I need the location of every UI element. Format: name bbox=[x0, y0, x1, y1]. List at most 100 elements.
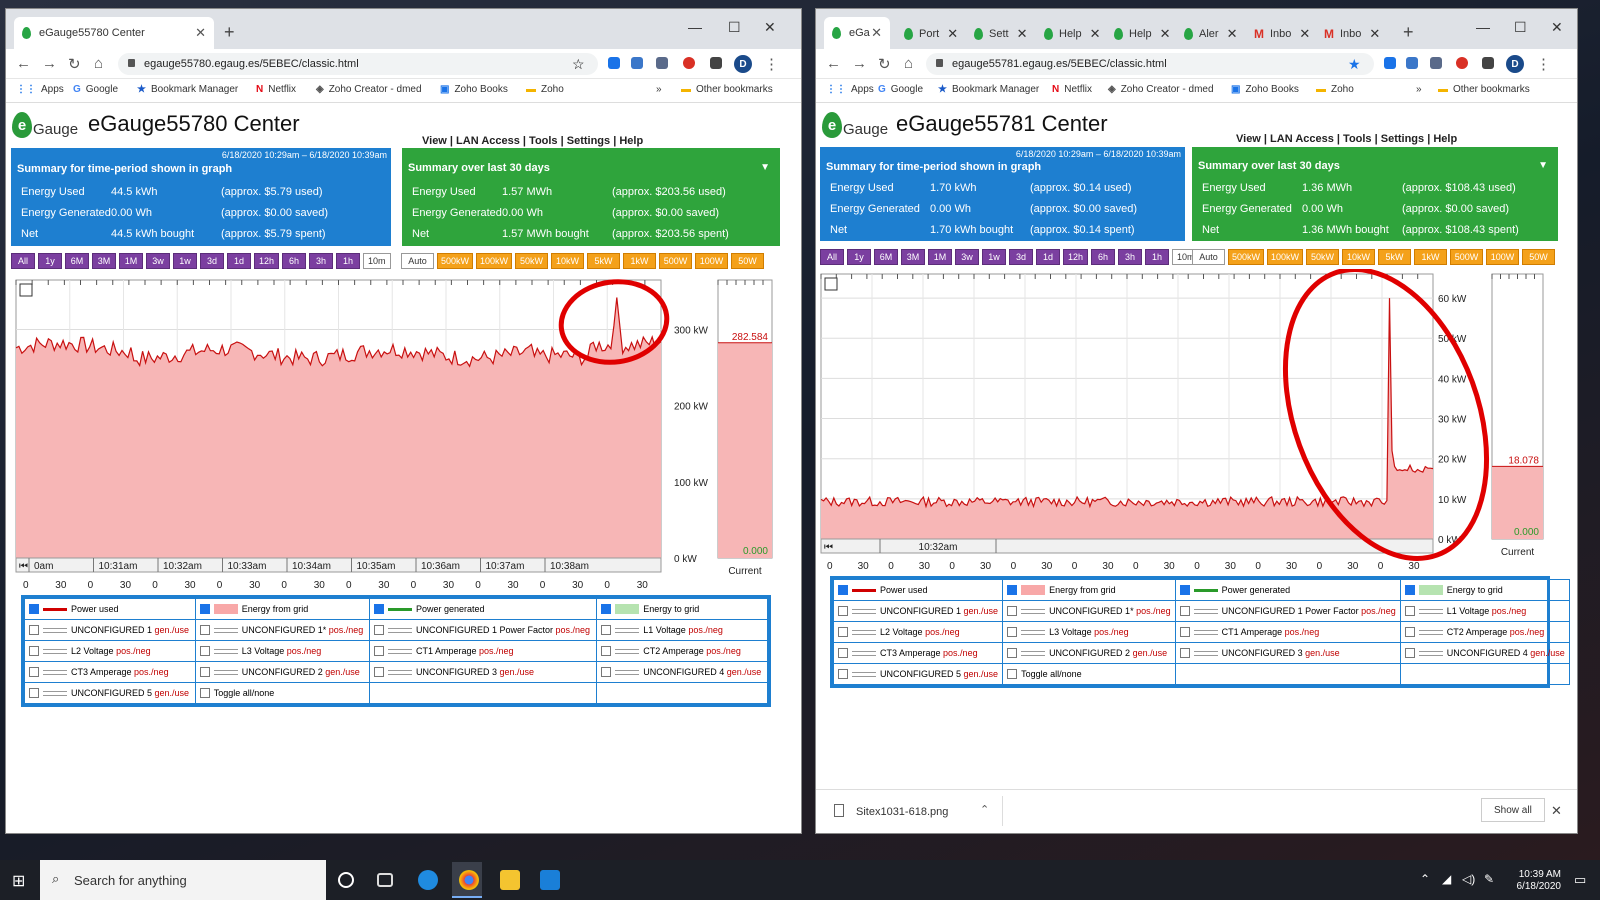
scale-button-100w[interactable]: 100W bbox=[1486, 249, 1520, 265]
legend-energy-to-grid[interactable]: Energy to grid bbox=[596, 598, 768, 620]
time-range-button-6m[interactable]: 6M bbox=[65, 253, 89, 269]
bookmark-zoho-creator[interactable]: ◈ Zoho Creator - dmed bbox=[316, 84, 422, 95]
tray-chevron-icon[interactable]: ⌃ bbox=[1420, 872, 1430, 886]
notifications-icon[interactable]: ▭ bbox=[1574, 872, 1586, 888]
bookmark-apps[interactable]: ⋮⋮ Apps bbox=[826, 84, 874, 95]
clock[interactable]: 10:39 AM 6/18/2020 bbox=[1505, 869, 1562, 893]
close-tab-icon[interactable]: ✕ bbox=[1090, 26, 1101, 42]
time-range-button-6h[interactable]: 6h bbox=[282, 253, 307, 269]
download-item[interactable]: Sitex1031-618.png bbox=[856, 806, 948, 818]
legend-l2-voltage[interactable]: L2 Voltage pos./neg bbox=[24, 640, 196, 662]
bookmark-zoho-books[interactable]: ▣ Zoho Books bbox=[1231, 84, 1299, 95]
bookmark-apps[interactable]: ⋮⋮ Apps bbox=[16, 84, 64, 95]
checkbox[interactable] bbox=[1404, 585, 1415, 596]
legend-power-generated[interactable]: Power generated bbox=[1174, 579, 1401, 601]
scale-button-100kw[interactable]: 100kW bbox=[476, 253, 513, 269]
top-menu[interactable]: View | LAN Access | Tools | Settings | H… bbox=[1236, 133, 1457, 145]
time-range-button-3w[interactable]: 3w bbox=[146, 253, 170, 269]
show-all-button[interactable]: Show all bbox=[1481, 798, 1545, 822]
legend-l1-voltage[interactable]: L1 Voltage pos./neg bbox=[596, 619, 768, 641]
minimize-icon[interactable]: — bbox=[1476, 19, 1490, 35]
checkbox[interactable] bbox=[373, 646, 384, 657]
legend-unc1[interactable]: UNCONFIGURED 1 gen./use bbox=[832, 600, 1004, 622]
profile-avatar[interactable]: D bbox=[734, 55, 752, 73]
close-tab-icon[interactable]: ✕ bbox=[871, 25, 882, 41]
tab-port[interactable]: Port ✕ bbox=[904, 23, 958, 45]
legend-unc4[interactable]: UNCONFIGURED 4 gen./use bbox=[1399, 642, 1570, 664]
bookmarks-more-icon[interactable]: » bbox=[1416, 84, 1422, 95]
legend-l1-voltage[interactable]: L1 Voltage pos./neg bbox=[1399, 600, 1570, 622]
month-summary[interactable]: Summary over last 30 days ▼ Energy Used 1… bbox=[402, 148, 780, 246]
bookmark-other[interactable]: ▬ Other bookmarks bbox=[681, 84, 773, 95]
legend-l3-voltage[interactable]: L3 Voltage pos./neg bbox=[194, 640, 370, 662]
close-icon[interactable]: ✕ bbox=[1551, 803, 1562, 819]
legend-unc1[interactable]: UNCONFIGURED 1 gen./use bbox=[24, 619, 196, 641]
bookmark-netflix[interactable]: N Netflix bbox=[256, 84, 296, 95]
checkbox[interactable] bbox=[601, 625, 612, 636]
time-range-button-3d[interactable]: 3d bbox=[1009, 249, 1033, 265]
scale-button-5kw[interactable]: 5kW bbox=[1378, 249, 1412, 265]
checkbox[interactable] bbox=[1179, 648, 1190, 659]
checkbox[interactable] bbox=[373, 625, 384, 636]
legend-ct3-amperage[interactable]: CT3 Amperage pos./neg bbox=[832, 642, 1004, 664]
tab-egauge55780[interactable]: eGauge55780 Center ✕ bbox=[14, 17, 214, 49]
time-range-button-3m[interactable]: 3M bbox=[92, 253, 116, 269]
chevron-down-icon[interactable]: ▼ bbox=[1538, 160, 1548, 171]
minimize-icon[interactable]: — bbox=[688, 19, 702, 35]
close-tab-icon[interactable]: ✕ bbox=[195, 25, 206, 41]
time-range-button-1d[interactable]: 1d bbox=[227, 253, 251, 269]
checkbox[interactable] bbox=[838, 606, 848, 617]
time-range-button-1m[interactable]: 1M bbox=[928, 249, 952, 265]
scale-button-500w[interactable]: 500W bbox=[1450, 249, 1484, 265]
legend-unc1-star[interactable]: UNCONFIGURED 1* pos./neg bbox=[1002, 600, 1176, 622]
extension-icon[interactable] bbox=[656, 57, 668, 69]
close-tab-icon[interactable]: ✕ bbox=[1299, 26, 1310, 42]
edge-icon[interactable] bbox=[418, 870, 438, 890]
checkbox[interactable] bbox=[1007, 669, 1018, 680]
extension-icon[interactable] bbox=[631, 57, 643, 69]
legend-ct2-amperage[interactable]: CT2 Amperage pos./neg bbox=[1399, 621, 1570, 643]
legend-unc3[interactable]: UNCONFIGURED 3 gen./use bbox=[368, 661, 598, 683]
time-range-button-1w[interactable]: 1w bbox=[982, 249, 1006, 265]
time-range-button-1y[interactable]: 1y bbox=[38, 253, 62, 269]
bookmark-zoho-books[interactable]: ▣ Zoho Books bbox=[440, 84, 508, 95]
menu-dots-icon[interactable]: ⋮ bbox=[764, 55, 779, 73]
close-tab-icon[interactable]: ✕ bbox=[1017, 26, 1028, 42]
checkbox[interactable] bbox=[29, 667, 39, 678]
tab-help[interactable]: Help ✕ bbox=[1044, 23, 1101, 45]
time-range-button-1m[interactable]: 1M bbox=[119, 253, 143, 269]
checkbox[interactable] bbox=[29, 625, 39, 636]
time-range-button-3w[interactable]: 3w bbox=[955, 249, 979, 265]
checkbox[interactable] bbox=[601, 667, 612, 678]
legend-unc2[interactable]: UNCONFIGURED 2 gen./use bbox=[194, 661, 370, 683]
legend-unc5[interactable]: UNCONFIGURED 5 gen./use bbox=[832, 663, 1004, 685]
legend-unc3[interactable]: UNCONFIGURED 3 gen./use bbox=[1174, 642, 1401, 664]
pen-icon[interactable]: ✎ bbox=[1484, 872, 1494, 886]
legend-ct1-amperage[interactable]: CT1 Amperage pos./neg bbox=[368, 640, 598, 662]
profile-avatar[interactable]: D bbox=[1506, 55, 1524, 73]
mail-icon[interactable] bbox=[540, 870, 560, 890]
forward-icon[interactable]: → bbox=[852, 55, 867, 72]
legend-energy-from-grid[interactable]: Energy from grid bbox=[194, 598, 370, 620]
network-icon[interactable]: ◢ bbox=[1442, 872, 1451, 886]
extensions-puzzle-icon[interactable] bbox=[710, 57, 722, 69]
file-explorer-icon[interactable] bbox=[500, 870, 520, 890]
checkbox[interactable] bbox=[838, 648, 848, 659]
cortana-icon[interactable] bbox=[338, 872, 354, 888]
back-icon[interactable]: ← bbox=[16, 55, 31, 72]
taskbar-search[interactable]: ⌕ Search for anything bbox=[40, 860, 326, 900]
bookmark-star-icon[interactable]: ☆ bbox=[572, 56, 585, 73]
tab-help[interactable]: Help ✕ bbox=[1114, 23, 1171, 45]
bookmark-star-icon[interactable]: ★ bbox=[1348, 56, 1361, 73]
home-icon[interactable]: ⌂ bbox=[94, 55, 103, 72]
new-tab-icon[interactable]: + bbox=[224, 22, 235, 43]
checkbox[interactable] bbox=[1007, 606, 1018, 617]
time-range-button-1y[interactable]: 1y bbox=[847, 249, 871, 265]
checkbox[interactable] bbox=[838, 627, 848, 638]
power-chart[interactable]: 0 kW 100 kW 200 kW 300 kW 282.584 0.000 Curren… bbox=[6, 272, 802, 592]
checkbox[interactable] bbox=[373, 604, 384, 615]
time-range-button-1d[interactable]: 1d bbox=[1036, 249, 1060, 265]
scale-button-100kw[interactable]: 100kW bbox=[1267, 249, 1304, 265]
close-window-icon[interactable]: ✕ bbox=[1551, 19, 1563, 36]
bookmark-zoho[interactable]: ▬ Zoho bbox=[1316, 84, 1354, 95]
